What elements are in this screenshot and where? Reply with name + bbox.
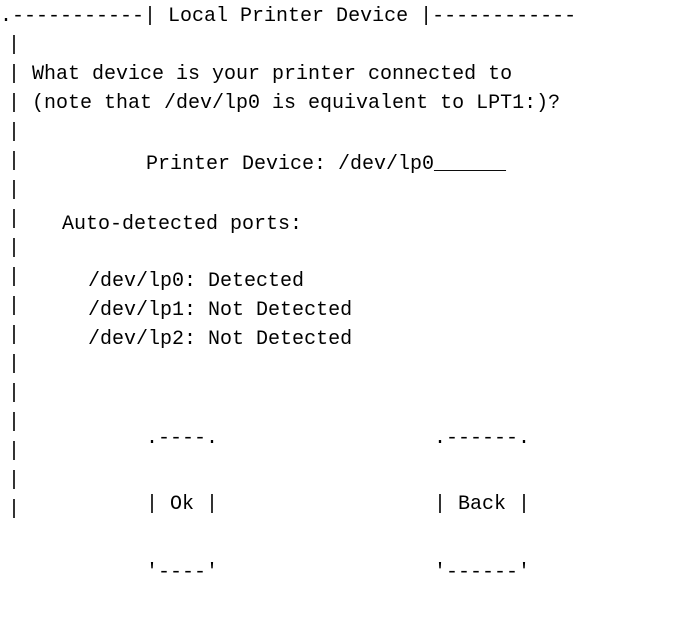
back-button-bottom-edge: '------' bbox=[434, 561, 531, 584]
dialog-left-border: | | | | | | | | | | | | | | | | | bbox=[8, 34, 21, 521]
port-device: /dev/lp1: bbox=[88, 299, 197, 322]
ok-button-top-edge: .----. bbox=[146, 427, 219, 450]
port-status: Detected bbox=[208, 270, 305, 293]
back-button[interactable]: .------. | Back | '------' bbox=[434, 389, 530, 621]
dialog-title-bar: .-----------| Local Printer Device |----… bbox=[0, 2, 576, 31]
dialog-title: Local Printer Device bbox=[156, 5, 421, 28]
title-right-rule: |------------ bbox=[420, 5, 577, 28]
port-row-lp0: /dev/lp0: Detected bbox=[88, 267, 304, 296]
port-row-lp2: /dev/lp2: Not Detected bbox=[88, 325, 352, 354]
prompt-line-2: (note that /dev/lp0 is equivalent to LPT… bbox=[32, 92, 561, 115]
printer-device-fill: ______ bbox=[434, 153, 507, 176]
back-button-label: | Back | bbox=[434, 493, 531, 516]
port-status: Not Detected bbox=[208, 328, 353, 351]
port-device: /dev/lp2: bbox=[88, 328, 197, 351]
port-status: Not Detected bbox=[208, 299, 353, 322]
ok-button[interactable]: .----. | Ok | '----' bbox=[146, 389, 218, 621]
printer-device-dialog: .-----------| Local Printer Device |----… bbox=[0, 0, 692, 583]
printer-device-label: Printer Device: bbox=[146, 153, 339, 176]
printer-device-value: /dev/lp0 bbox=[338, 153, 435, 176]
back-button-top-edge: .------. bbox=[434, 427, 531, 450]
printer-device-input[interactable]: /dev/lp0______ bbox=[338, 153, 506, 176]
auto-detected-ports-label: Auto-detected ports: bbox=[62, 213, 303, 236]
port-row-lp1: /dev/lp1: Not Detected bbox=[88, 296, 352, 325]
title-left-rule: .-----------| bbox=[0, 5, 157, 28]
port-device: /dev/lp0: bbox=[88, 270, 197, 293]
prompt-line-1: What device is your printer connected to bbox=[32, 63, 513, 86]
ok-button-label: | Ok | bbox=[146, 493, 219, 516]
printer-device-field-row: Printer Device: /dev/lp0______ bbox=[146, 150, 506, 179]
ok-button-bottom-edge: '----' bbox=[146, 561, 219, 584]
